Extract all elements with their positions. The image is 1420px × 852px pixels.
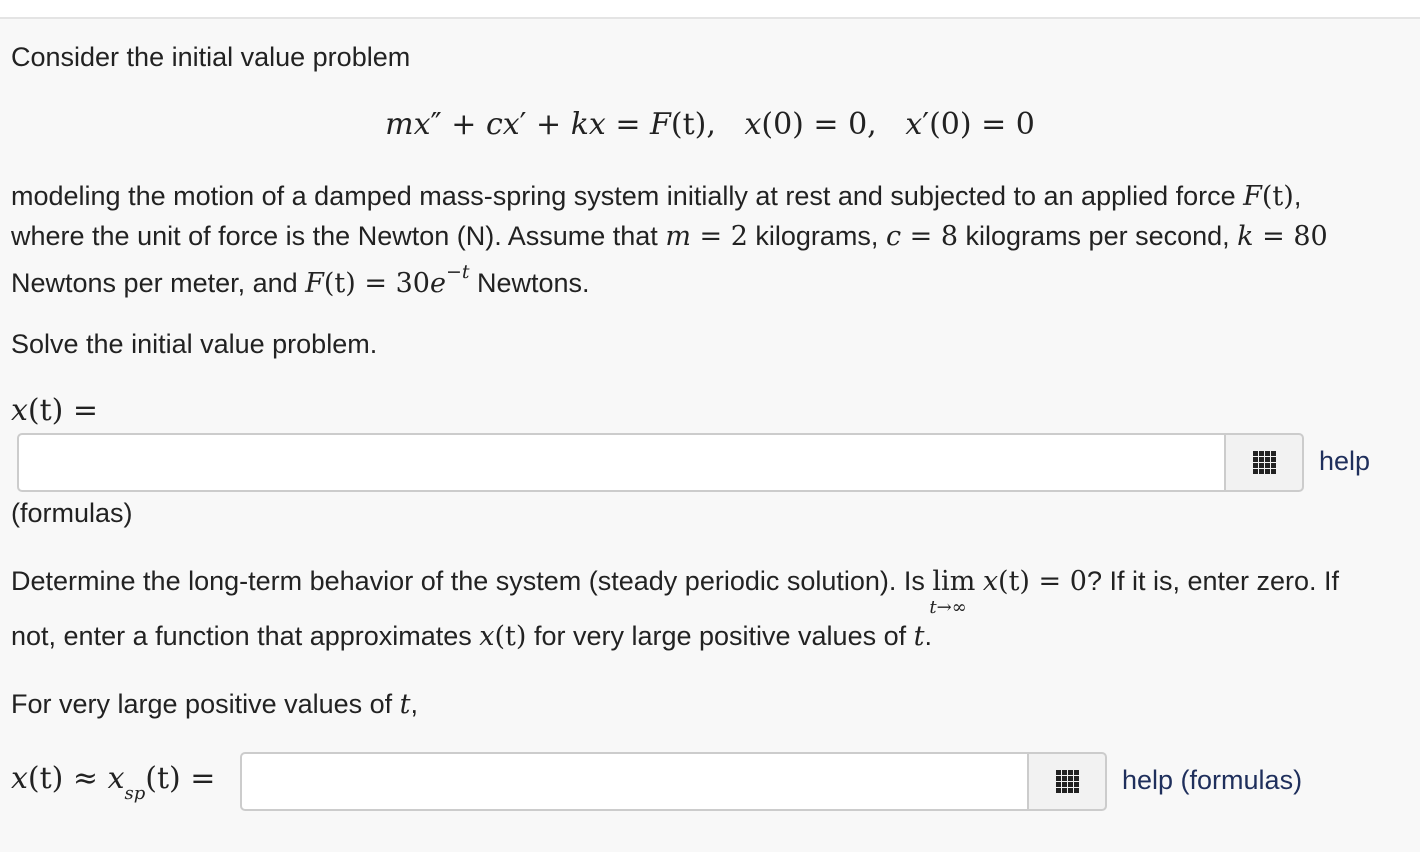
answer2-label: x(t) ≈ xsp(t) =	[11, 761, 216, 805]
longterm-line-2: not, enter a function that approximates …	[11, 621, 932, 652]
answer2-palette-button[interactable]	[1027, 752, 1107, 811]
problem-line-2: where the unit of force is the Newton (N…	[11, 221, 1328, 252]
answer2-input[interactable]	[242, 754, 1029, 809]
solve-prompt: Solve the initial value problem.	[11, 329, 378, 359]
answer1-palette-button[interactable]	[1224, 433, 1304, 492]
answer1-formulas-link[interactable]: (formulas)	[11, 497, 133, 529]
longterm-line-1: Determine the long-term behavior of the …	[11, 565, 1339, 618]
problem-line-1: modeling the motion of a damped mass-spr…	[11, 181, 1302, 212]
large-t-prompt: For very large positive values of t,	[11, 689, 419, 720]
ivp-equation: mx″ + cx′ + kx = F(t), x(0) = 0, x′(0) =…	[385, 107, 1035, 142]
grid-icon	[1252, 451, 1276, 474]
answer2-field[interactable]	[240, 752, 1031, 811]
answer1-label: x(t) =	[11, 393, 99, 428]
problem-line-3: Newtons per meter, and F(t) = 30e−t Newt…	[11, 261, 590, 299]
answer2-help-link[interactable]: help (formulas)	[1122, 764, 1302, 796]
answer1-input[interactable]	[19, 435, 1225, 490]
answer1-help-link[interactable]: help	[1319, 445, 1370, 477]
limit-subscript: t→∞	[929, 597, 967, 618]
grid-icon	[1055, 770, 1079, 793]
intro-text: Consider the initial value problem	[11, 42, 411, 72]
answer1-field[interactable]	[17, 433, 1227, 492]
top-border	[0, 0, 1420, 19]
